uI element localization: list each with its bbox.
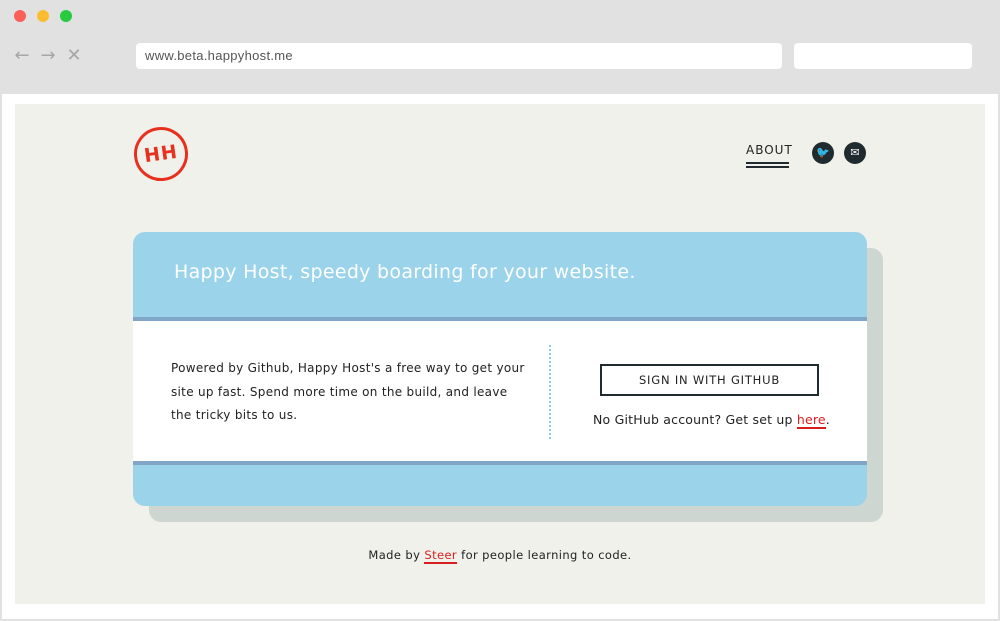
twitter-icon[interactable]: 🐦 bbox=[812, 142, 834, 164]
hero-card: Happy Host, speedy boarding for your web… bbox=[133, 232, 867, 506]
address-bar[interactable]: www.beta.happyhost.me bbox=[136, 43, 782, 69]
forward-arrow-icon[interactable]: → bbox=[38, 46, 58, 66]
no-account-prefix: No GitHub account? Get set up bbox=[593, 412, 797, 427]
sign-in-with-github-button[interactable]: SIGN IN WITH GITHUB bbox=[600, 364, 819, 396]
maximize-window-button[interactable] bbox=[60, 10, 72, 22]
footer-prefix: Made by bbox=[368, 548, 425, 562]
minimize-window-button[interactable] bbox=[37, 10, 49, 22]
hero-title: Happy Host, speedy boarding for your web… bbox=[174, 261, 636, 283]
about-underline bbox=[746, 162, 789, 168]
back-arrow-icon[interactable]: ← bbox=[12, 46, 32, 66]
get-set-up-link[interactable]: here bbox=[796, 412, 826, 429]
nav-about-link[interactable]: ABOUT bbox=[746, 143, 793, 157]
hero-card-body: Powered by Github, Happy Host's a free w… bbox=[133, 317, 867, 465]
no-account-text: No GitHub account? Get set up here. bbox=[593, 412, 830, 429]
mail-icon[interactable]: ✉ bbox=[844, 142, 866, 164]
hero-description: Powered by Github, Happy Host's a free w… bbox=[171, 361, 525, 422]
footer-suffix: for people learning to code. bbox=[457, 548, 632, 562]
search-bar[interactable] bbox=[794, 43, 972, 69]
footer-text: Made by Steer for people learning to cod… bbox=[0, 548, 1000, 564]
close-window-button[interactable] bbox=[14, 10, 26, 22]
stop-icon[interactable]: ✕ bbox=[64, 46, 84, 66]
dotted-divider bbox=[549, 345, 551, 439]
steer-link[interactable]: Steer bbox=[424, 548, 458, 564]
no-account-suffix: . bbox=[825, 412, 830, 427]
